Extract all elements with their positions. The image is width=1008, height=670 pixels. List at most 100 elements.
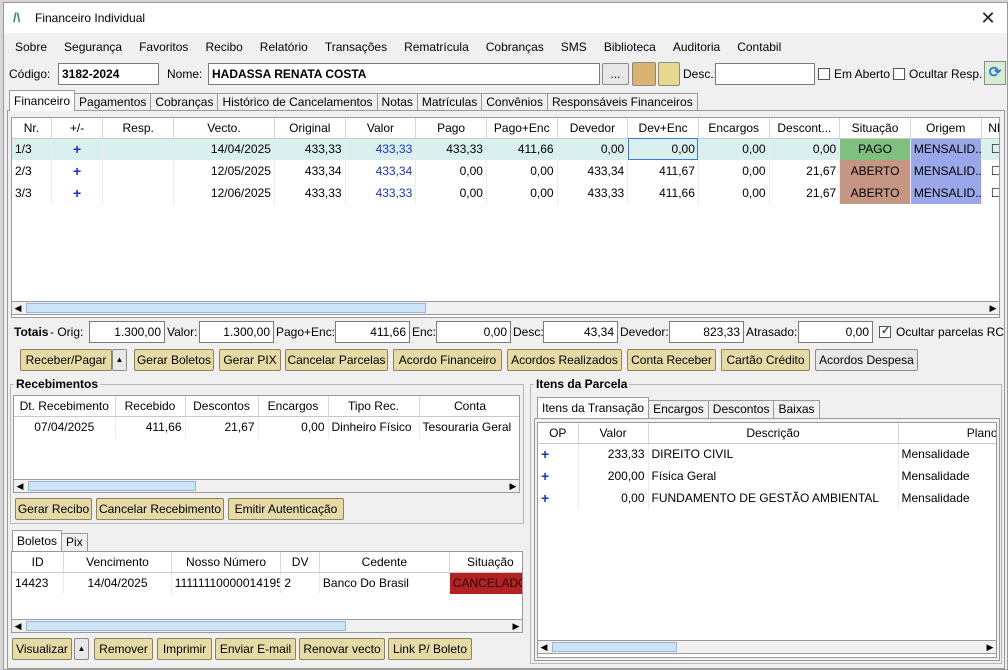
tab-boletos[interactable]: Boletos: [12, 530, 63, 551]
scroll-left-icon[interactable]: ◀: [538, 641, 550, 653]
col-valor[interactable]: Valor: [578, 423, 649, 444]
nf-checkbox[interactable]: ☐: [981, 160, 999, 182]
menu-relatorio[interactable]: Relatório: [260, 37, 308, 57]
col-pago[interactable]: Pago: [415, 118, 487, 139]
remover-button[interactable]: Remover: [94, 638, 153, 660]
table-row[interactable]: 07/04/2025 411,66 21,67 0,00 Dinheiro Fí…: [14, 416, 519, 438]
menu-transacoes[interactable]: Transações: [325, 37, 387, 57]
emitir-autenticacao-button[interactable]: Emitir Autenticação: [228, 498, 344, 520]
col-origem[interactable]: Origem: [910, 118, 982, 139]
conta-receber-button[interactable]: Conta Receber: [627, 349, 716, 371]
table-row[interactable]: 1/3 + 14/04/2025 433,33 433,33 433,33 41…: [12, 138, 999, 160]
menu-sobre[interactable]: Sobre: [15, 37, 47, 57]
col-dt-recebimento[interactable]: Dt. Recebimento: [14, 396, 116, 417]
menu-cobrancas[interactable]: Cobranças: [486, 37, 544, 57]
table-row[interactable]: 2/3 + 12/05/2025 433,34 433,34 0,00 0,00…: [12, 160, 999, 182]
nf-checkbox[interactable]: ☐: [981, 138, 999, 160]
tab-baixas[interactable]: Baixas: [773, 400, 820, 418]
scroll-thumb[interactable]: [552, 642, 677, 652]
tab-notas[interactable]: Notas: [376, 93, 418, 111]
enviar-email-button[interactable]: Enviar E-mail: [215, 638, 296, 660]
col-vencimento[interactable]: Vencimento: [63, 552, 172, 573]
col-nr[interactable]: Nr.: [12, 118, 52, 139]
col-plus-minus[interactable]: +/-: [51, 118, 104, 139]
tab-convenios[interactable]: Convênios: [481, 93, 548, 111]
col-descontos[interactable]: Descontos: [185, 396, 259, 417]
boletos-horizontal-scrollbar[interactable]: ◀ ▶: [11, 619, 523, 633]
col-descontos[interactable]: Descont...: [769, 118, 841, 139]
menu-recibo[interactable]: Recibo: [205, 37, 242, 57]
col-nosso-numero[interactable]: Nosso Número: [171, 552, 282, 573]
tab-encargos[interactable]: Encargos: [648, 400, 709, 418]
col-devedor[interactable]: Devedor: [557, 118, 629, 139]
cell-dev-enc[interactable]: 0,00: [627, 138, 699, 160]
col-encargos[interactable]: Encargos: [258, 396, 329, 417]
col-nf[interactable]: NF: [981, 118, 999, 139]
col-situacao[interactable]: Situação: [449, 552, 522, 573]
close-icon[interactable]: ✕: [977, 7, 999, 29]
scroll-thumb[interactable]: [28, 481, 196, 491]
scroll-left-icon[interactable]: ◀: [14, 480, 26, 492]
visualizar-button[interactable]: Visualizar: [12, 638, 72, 660]
table-row[interactable]: + 233,33 DIREITO CIVIL Mensalidade: [538, 443, 996, 465]
renovar-vecto-button[interactable]: Renovar vecto: [299, 638, 385, 660]
col-op[interactable]: OP: [538, 423, 579, 444]
col-descricao[interactable]: Descrição: [648, 423, 899, 444]
scroll-right-icon[interactable]: ▶: [510, 620, 522, 632]
search-ellipsis-button[interactable]: ...: [602, 63, 629, 85]
menu-sms[interactable]: SMS: [561, 37, 587, 57]
col-cedente[interactable]: Cedente: [319, 552, 450, 573]
cartao-credito-button[interactable]: Cartão Crédito: [721, 349, 810, 371]
scroll-right-icon[interactable]: ▶: [984, 641, 996, 653]
atrasado-total-field[interactable]: 0,00: [798, 321, 873, 343]
cancelar-recebimento-button[interactable]: Cancelar Recebimento: [96, 498, 224, 520]
enc-total-field[interactable]: 0,00: [436, 321, 511, 343]
parcelas-horizontal-scrollbar[interactable]: ◀ ▶: [11, 301, 1000, 315]
gerar-pix-button[interactable]: Gerar PIX: [219, 349, 281, 371]
scroll-left-icon[interactable]: ◀: [12, 620, 24, 632]
tab-cobrancas[interactable]: Cobranças: [150, 93, 219, 111]
expand-plus-icon[interactable]: +: [538, 443, 579, 465]
recebimentos-horizontal-scrollbar[interactable]: ◀ ▶: [13, 479, 520, 493]
expand-plus-icon[interactable]: +: [51, 160, 104, 182]
menu-rematricula[interactable]: Rematrícula: [404, 37, 469, 57]
devedor-total-field[interactable]: 823,33: [669, 321, 744, 343]
link-boleto-button[interactable]: Link P/ Boleto: [388, 638, 472, 660]
nf-checkbox[interactable]: ☐: [981, 182, 999, 204]
col-encargos[interactable]: Encargos: [698, 118, 770, 139]
col-pago-enc[interactable]: Pago+Enc: [486, 118, 558, 139]
menu-auditoria[interactable]: Auditoria: [673, 37, 720, 57]
tab-itens-transacao[interactable]: Itens da Transação: [537, 397, 650, 418]
col-original[interactable]: Original: [274, 118, 346, 139]
col-recebido[interactable]: Recebido: [115, 396, 186, 417]
acordos-despesa-button[interactable]: Acordos Despesa: [815, 349, 918, 371]
col-resp[interactable]: Resp.: [102, 118, 174, 139]
ocultar-parcelas-checkbox[interactable]: [879, 324, 891, 338]
scroll-thumb[interactable]: [26, 621, 346, 631]
col-situacao[interactable]: Situação: [839, 118, 911, 139]
student-card-icon[interactable]: [632, 62, 656, 86]
receber-dropdown-icon[interactable]: ▲: [112, 349, 127, 371]
col-dv[interactable]: DV: [280, 552, 320, 573]
cancelar-parcelas-button[interactable]: Cancelar Parcelas: [285, 349, 388, 371]
col-conta[interactable]: Conta: [419, 396, 519, 417]
ocultar-resp-checkbox[interactable]: [893, 68, 905, 80]
visualizar-dropdown-icon[interactable]: ▲: [74, 638, 89, 660]
imprimir-button[interactable]: Imprimir: [157, 638, 212, 660]
expand-plus-icon[interactable]: +: [538, 465, 579, 487]
menu-contabil[interactable]: Contabil: [737, 37, 781, 57]
col-tipo-rec[interactable]: Tipo Rec.: [328, 396, 420, 417]
orig-total-field[interactable]: 1.300,00: [89, 321, 165, 343]
expand-plus-icon[interactable]: +: [51, 138, 104, 160]
gerar-boletos-button[interactable]: Gerar Boletos: [134, 349, 214, 371]
acordo-financeiro-button[interactable]: Acordo Financeiro: [393, 349, 502, 371]
tab-historico-cancelamentos[interactable]: Histórico de Cancelamentos: [217, 93, 378, 111]
col-plano[interactable]: Plano: [898, 423, 996, 444]
valor-total-field[interactable]: 1.300,00: [199, 321, 274, 343]
scroll-left-icon[interactable]: ◀: [12, 302, 24, 314]
scroll-right-icon[interactable]: ▶: [507, 480, 519, 492]
tab-pix[interactable]: Pix: [61, 533, 88, 551]
tab-financeiro[interactable]: Financeiro: [9, 90, 76, 111]
tab-descontos[interactable]: Descontos: [707, 400, 775, 418]
table-row[interactable]: + 0,00 FUNDAMENTO DE GESTÃO AMBIENTAL Me…: [538, 487, 996, 509]
